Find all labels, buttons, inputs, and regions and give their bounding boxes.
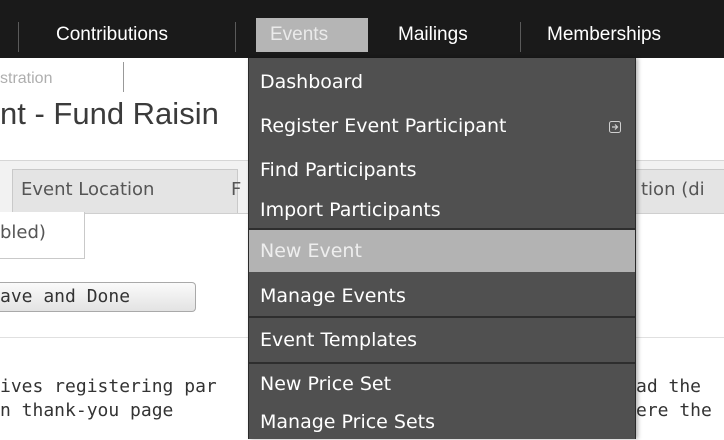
- nav-separator: [235, 22, 236, 52]
- nav-separator: [520, 22, 521, 52]
- description-text: ives registering par: [0, 376, 217, 397]
- menu-item-label: Manage Price Sets: [260, 411, 435, 433]
- menu-item-manage-events[interactable]: Manage Events: [249, 276, 635, 316]
- tab-enabled[interactable]: bled): [0, 212, 85, 259]
- events-dropdown-menu: Dashboard Register Event Participant Fin…: [248, 58, 636, 439]
- tab-event-location-label: Event Location: [21, 179, 155, 200]
- tab-registration[interactable]: tion (di: [632, 169, 724, 213]
- description-text: ad the: [636, 376, 702, 397]
- page-title: nt - Fund Raisin: [0, 96, 219, 131]
- menu-item-label: Find Participants: [260, 159, 417, 181]
- menu-item-find-participants[interactable]: Find Participants: [249, 152, 635, 188]
- save-and-done-button[interactable]: ave and Done: [0, 282, 196, 312]
- menu-item-label: Manage Events: [260, 285, 406, 307]
- menu-item-register-event-participant[interactable]: Register Event Participant: [249, 108, 635, 144]
- menu-item-event-templates[interactable]: Event Templates: [249, 320, 635, 360]
- menu-item-dashboard[interactable]: Dashboard: [249, 64, 635, 100]
- menu-item-label: Register Event Participant: [260, 115, 507, 137]
- tab-next-partial-label: F: [231, 179, 242, 200]
- breadcrumb: stration: [0, 70, 53, 87]
- menu-item-import-participants[interactable]: Import Participants: [249, 192, 635, 228]
- menu-item-new-price-set[interactable]: New Price Set: [249, 366, 635, 402]
- tab-event-location[interactable]: Event Location F: [12, 169, 242, 213]
- menu-separator: [249, 362, 635, 364]
- nav-memberships[interactable]: Memberships: [535, 18, 673, 52]
- menu-item-label: Dashboard: [260, 71, 364, 93]
- menu-item-label: Import Participants: [260, 199, 441, 221]
- nav-separator: [18, 22, 19, 52]
- arrow-right-icon: [609, 108, 621, 144]
- description-text: ere the: [636, 400, 712, 421]
- menu-item-label: New Price Set: [260, 373, 392, 395]
- breadcrumb-divider: [123, 62, 124, 92]
- menu-item-label: New Event: [260, 240, 362, 262]
- menu-item-new-event[interactable]: New Event: [249, 230, 635, 272]
- description-text: n thank-you page: [0, 400, 174, 421]
- menu-separator: [249, 316, 635, 318]
- top-navigation-bar: Contributions Events Mailings Membership…: [0, 0, 724, 58]
- menu-item-manage-price-sets[interactable]: Manage Price Sets: [249, 404, 635, 440]
- nav-events[interactable]: Events: [256, 18, 368, 52]
- menu-item-label: Event Templates: [260, 329, 418, 351]
- tab-enabled-label: bled): [0, 222, 46, 243]
- nav-contributions[interactable]: Contributions: [44, 18, 180, 52]
- nav-mailings[interactable]: Mailings: [386, 18, 480, 52]
